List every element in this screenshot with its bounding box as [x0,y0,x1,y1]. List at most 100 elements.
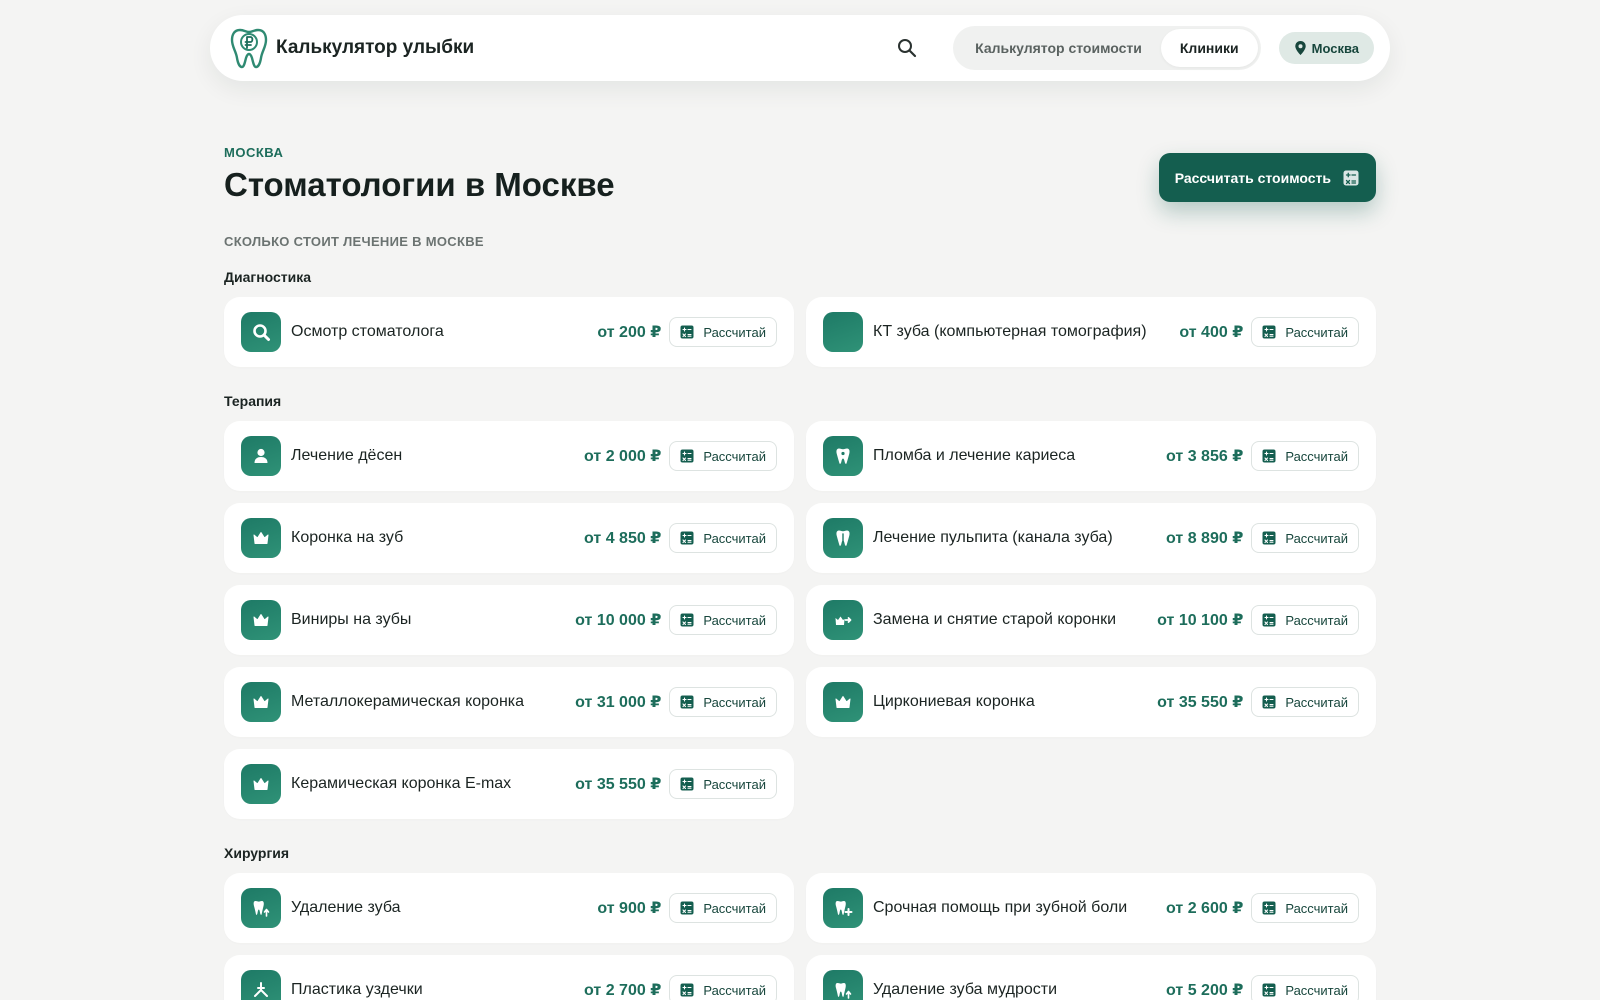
calculate-button[interactable]: Рассчитай [1251,893,1359,923]
service-price: от 31 000 ₽ [575,694,662,711]
service-name: Срочная помощь при зубной боли [873,899,1128,916]
service-name: Лечение дёсен [291,447,403,464]
tooth-plus-icon [823,888,863,928]
city-selector[interactable]: Москва [1278,32,1374,64]
service-price: от 35 550 ₽ [575,776,662,793]
service-card[interactable]: Виниры на зубы от 10 000 ₽ Рассчитай [224,585,794,655]
calculator-icon [1262,325,1276,339]
calculator-icon [1262,901,1276,915]
calculate-button[interactable]: Рассчитай [1251,975,1359,1000]
service-name: Удаление зуба [291,899,401,916]
tooth-ruble-logo-icon [230,28,268,69]
calculator-icon [1262,449,1276,463]
crown-icon [241,600,281,640]
crown-swap-icon [823,600,863,640]
service-price: от 2 700 ₽ [584,982,662,999]
service-name: Циркониевая коронка [873,693,1035,710]
main-nav: Калькулятор стоимости Клиники [953,26,1261,70]
location-pin-icon [1294,41,1306,55]
service-price: от 400 ₽ [1179,324,1244,341]
calculate-button[interactable]: Рассчитай [1251,687,1359,717]
service-price: от 8 890 ₽ [1166,530,1244,547]
section-title: Терапия [224,393,282,409]
calculate-button-label: Рассчитай [1285,900,1348,916]
service-price: от 3 856 ₽ [1166,448,1244,465]
service-name: Лечение пульпита (канала зуба) [873,529,1113,546]
calculate-button-label: Рассчитай [703,612,766,628]
logo[interactable]: Калькулятор улыбки [230,27,474,69]
frenulum-icon [241,970,281,1000]
service-price: от 35 550 ₽ [1157,694,1244,711]
calculator-icon [1262,613,1276,627]
calculate-button-label: Рассчитай [703,982,766,998]
service-card[interactable]: Срочная помощь при зубной боли от 2 600 ₽… [806,873,1376,943]
service-name: Коронка на зуб [291,529,404,546]
calculate-button[interactable]: Рассчитай [669,893,777,923]
service-card[interactable]: Циркониевая коронка от 35 550 ₽ Рассчитай [806,667,1376,737]
calculate-button[interactable]: Рассчитай [669,605,777,635]
service-name: Пломба и лечение кариеса [873,447,1076,464]
section-title: Хирургия [224,845,290,861]
calculate-button[interactable]: Рассчитай [669,523,777,553]
service-card[interactable]: Керамическая коронка E-max от 35 550 ₽ Рас… [224,749,794,819]
calculate-button-label: Рассчитай [1285,530,1348,546]
calculator-icon [680,695,694,709]
calculate-button-label: Рассчитай [1285,324,1348,340]
calculate-button-label: Рассчитай [703,448,766,464]
main-content: МОСКВА Стоматологии в Москве Рассчитать … [224,145,1376,1000]
calculator-icon [1262,531,1276,545]
service-card[interactable]: Лечение пульпита (канала зуба) от 8 890 ₽… [806,503,1376,573]
calculate-button[interactable]: Рассчитай [669,317,777,347]
calculate-button[interactable]: Рассчитай [1251,317,1359,347]
service-sections: Диагностика Осмотр стоматолога от 200 ₽ Рас… [224,269,1376,1000]
calculate-button-label: Рассчитай [1285,982,1348,998]
section-title: Диагностика [224,269,312,285]
top-navigation: Калькулятор улыбки Калькулятор стоимости… [210,15,1390,81]
calculate-button-label: Рассчитай [703,324,766,340]
calculate-button[interactable]: Рассчитай [1251,605,1359,635]
magnifier-icon [241,312,281,352]
service-price: от 2 000 ₽ [584,448,662,465]
calculator-icon [680,531,694,545]
calculate-button[interactable]: Рассчитай [669,441,777,471]
calculate-button[interactable]: Рассчитай [669,975,777,1000]
service-card[interactable]: Осмотр стоматолога от 200 ₽ Рассчитай [224,297,794,367]
tooth-icon [823,436,863,476]
search-icon [898,39,917,58]
search-button[interactable] [889,30,925,66]
service-name: КТ зуба (компьютерная томография) [873,323,1147,340]
calculate-button[interactable]: Рассчитай [669,687,777,717]
calculate-button-label: Рассчитай [1285,448,1348,464]
service-price: от 2 600 ₽ [1166,900,1244,917]
calculate-button[interactable]: Рассчитай [1251,523,1359,553]
calculator-icon [1343,170,1359,185]
service-card[interactable]: Пластика уздечки от 2 700 ₽ Рассчитай [224,955,794,1000]
crown-icon [241,682,281,722]
service-card[interactable]: Замена и снятие старой коронки от 10 100 … [806,585,1376,655]
calculate-button-label: Рассчитай [703,694,766,710]
service-price: от 4 850 ₽ [584,530,662,547]
calculate-cost-label: Рассчитать стоимость [1174,169,1331,186]
calculate-cost-button[interactable]: Рассчитать стоимость [1158,153,1376,202]
tooth-extract-icon [823,970,863,1000]
calculator-icon [1262,983,1276,997]
service-card[interactable]: Пломба и лечение кариеса от 3 856 ₽ Рассчи… [806,421,1376,491]
service-card[interactable]: Удаление зуба мудрости от 5 200 ₽ Рассчита… [806,955,1376,1000]
calculate-button[interactable]: Рассчитай [1251,441,1359,471]
calculate-button-label: Рассчитай [703,530,766,546]
service-card[interactable]: Металлокерамическая коронка от 31 000 ₽ Ра… [224,667,794,737]
service-card[interactable]: Лечение дёсен от 2 000 ₽ Рассчитай [224,421,794,491]
calculate-button[interactable]: Рассчитай [669,769,777,799]
calculator-icon [680,449,694,463]
service-card[interactable]: Коронка на зуб от 4 850 ₽ Рассчитай [224,503,794,573]
calculate-button-label: Рассчитай [1285,612,1348,628]
service-card[interactable]: КТ зуба (компьютерная томография) от 400 … [806,297,1376,367]
service-card[interactable]: Удаление зуба от 900 ₽ Рассчитай [224,873,794,943]
nav-tab-calculator[interactable]: Калькулятор стоимости [956,29,1161,67]
calculator-icon [680,901,694,915]
service-price: от 10 100 ₽ [1157,612,1244,629]
nav-tab-clinics[interactable]: Клиники [1160,29,1258,67]
city-label: Москва [1311,40,1359,56]
prices-subheading: СКОЛЬКО СТОИТ ЛЕЧЕНИЕ В МОСКВЕ [224,234,484,249]
gum-icon [241,436,281,476]
